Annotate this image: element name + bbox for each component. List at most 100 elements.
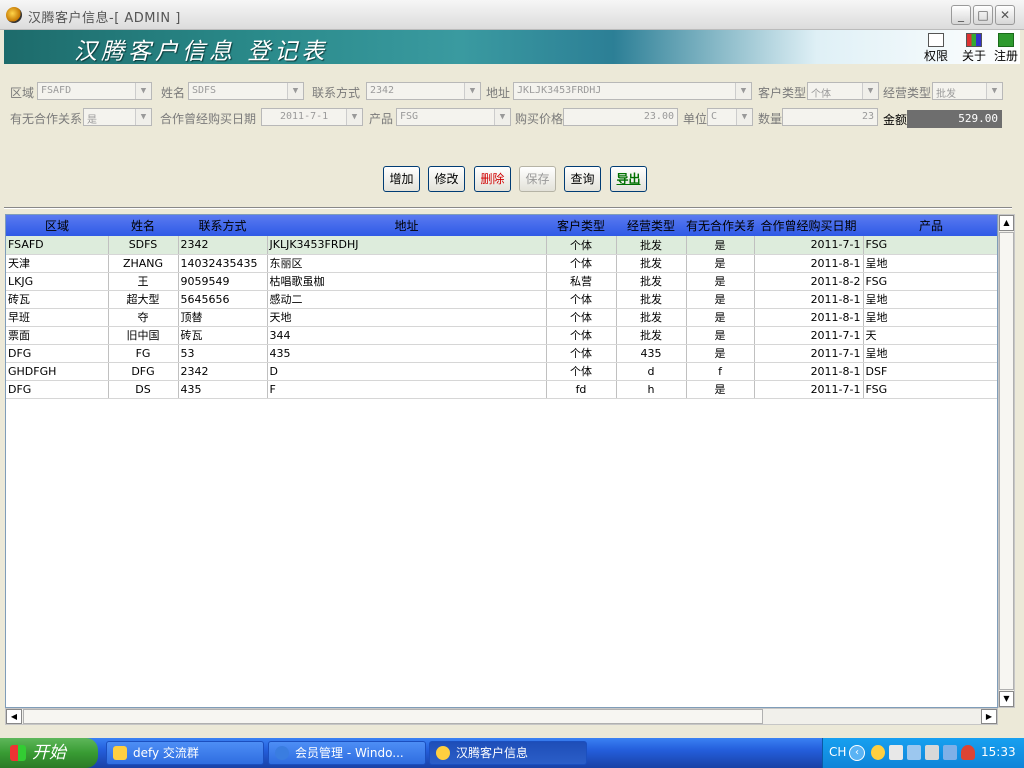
cell-name[interactable]: 夺 — [108, 308, 179, 327]
cell-partner[interactable]: 是 — [686, 236, 755, 255]
customer-table[interactable]: 区域 姓名 联系方式 地址 客户类型 经营类型 有无合作关系 合作曾经购买日期 … — [5, 214, 998, 708]
cell-partner[interactable]: 是 — [686, 344, 755, 363]
cell-contact[interactable]: 2342 — [178, 362, 268, 381]
cell-customer-type[interactable]: 个体 — [546, 344, 617, 363]
cell-product[interactable]: 呈地 — [863, 290, 997, 309]
cell-product[interactable]: 呈地 — [863, 344, 997, 363]
cell-name[interactable]: DS — [108, 380, 179, 399]
maximize-button[interactable]: □ — [973, 5, 993, 25]
cell-address[interactable]: 435 — [267, 344, 547, 363]
cell-purchase-date[interactable]: 2011-7-1 — [754, 380, 864, 399]
cell-partner[interactable]: 是 — [686, 308, 755, 327]
chevron-down-icon[interactable]: ▼ — [736, 109, 752, 125]
vertical-scroll-thumb[interactable] — [999, 232, 1014, 690]
chevron-down-icon[interactable]: ▼ — [735, 83, 751, 99]
header-region[interactable]: 区域 — [6, 215, 108, 236]
cell-region[interactable]: DFG — [6, 380, 109, 399]
cell-product[interactable]: DSF — [863, 362, 997, 381]
chevron-down-icon[interactable]: ▼ — [862, 83, 878, 99]
cell-region[interactable]: 票面 — [6, 326, 109, 345]
cell-partner[interactable]: 是 — [686, 380, 755, 399]
cell-partner[interactable]: 是 — [686, 272, 755, 291]
customer-type-select[interactable]: 个体 ▼ — [807, 82, 879, 100]
query-button[interactable]: 查询 — [564, 166, 601, 192]
cell-region[interactable]: GHDFGH — [6, 362, 109, 381]
header-contact[interactable]: 联系方式 — [178, 215, 267, 236]
cell-name[interactable]: 超大型 — [108, 290, 179, 309]
cell-contact[interactable]: 53 — [178, 344, 268, 363]
cell-business-type[interactable]: 435 — [616, 344, 687, 363]
cell-customer-type[interactable]: 个体 — [546, 326, 617, 345]
region-select[interactable]: FSAFD ▼ — [37, 82, 152, 100]
tray-document-icon[interactable] — [889, 745, 903, 760]
cell-name[interactable]: 王 — [108, 272, 179, 291]
header-name[interactable]: 姓名 — [108, 215, 178, 236]
business-type-select[interactable]: 批发 ▼ — [932, 82, 1003, 100]
chevron-down-icon[interactable]: ▼ — [135, 83, 151, 99]
input-language[interactable]: CH — [829, 745, 846, 759]
cell-business-type[interactable]: 批发 — [616, 308, 687, 327]
cell-customer-type[interactable]: 个体 — [546, 308, 617, 327]
contact-select[interactable]: 2342 ▼ — [366, 82, 481, 100]
cell-contact[interactable]: 435 — [178, 380, 268, 399]
cell-region[interactable]: 早班 — [6, 308, 109, 327]
tray-expand-icon[interactable]: ‹ — [849, 745, 865, 761]
purchase-date-picker[interactable]: 2011-7-1 ▼ — [261, 108, 363, 126]
save-button[interactable]: 保存 — [519, 166, 556, 192]
table-row[interactable]: 砖瓦 超大型 5645656 感动二 个体 批发是 2011-8-1 呈地 — [6, 290, 997, 309]
table-row[interactable]: FSAFD SDFS 2342 JKLJK3453FRDHJ 个体 批发是 2011-7-1… — [6, 236, 997, 255]
cell-address[interactable]: D — [267, 362, 547, 381]
cell-customer-type[interactable]: 个体 — [546, 236, 617, 255]
cell-product[interactable]: FSG — [863, 236, 997, 255]
cell-customer-type[interactable]: 个体 — [546, 254, 617, 273]
header-address[interactable]: 地址 — [267, 215, 546, 236]
scroll-right-icon[interactable]: ▶ — [981, 709, 997, 724]
cell-customer-type[interactable]: fd — [546, 380, 617, 399]
chevron-down-icon[interactable]: ▼ — [287, 83, 303, 99]
cell-region[interactable]: 天津 — [6, 254, 109, 273]
cell-address[interactable]: 天地 — [267, 308, 547, 327]
cell-address[interactable]: 344 — [267, 326, 547, 345]
product-select[interactable]: FSG ▼ — [396, 108, 511, 126]
cell-contact[interactable]: 14032435435 — [178, 254, 268, 273]
cell-customer-type[interactable]: 个体 — [546, 290, 617, 309]
close-button[interactable]: ✕ — [995, 5, 1015, 25]
cell-region[interactable]: FSAFD — [6, 236, 109, 255]
cell-product[interactable]: FSG — [863, 380, 997, 399]
cell-business-type[interactable]: 批发 — [616, 272, 687, 291]
logout-button[interactable]: 注册 — [990, 32, 1022, 63]
name-select[interactable]: SDFS ▼ — [188, 82, 304, 100]
taskbar-item-customer-app[interactable]: 汉腾客户信息 — [429, 741, 587, 765]
price-input[interactable]: 23.00 — [563, 108, 678, 126]
window-title-bar[interactable]: 汉腾客户信息-[ ADMIN ] _ □ ✕ — [0, 0, 1024, 30]
cell-business-type[interactable]: 批发 — [616, 254, 687, 273]
cell-address[interactable]: F — [267, 380, 547, 399]
cell-partner[interactable]: 是 — [686, 290, 755, 309]
cell-customer-type[interactable]: 私营 — [546, 272, 617, 291]
cell-region[interactable]: 砖瓦 — [6, 290, 109, 309]
cell-business-type[interactable]: 批发 — [616, 290, 687, 309]
header-purchase-date[interactable]: 合作曾经购买日期 — [754, 215, 863, 236]
taskbar-item-chat[interactable]: defy 交流群 — [106, 741, 264, 765]
tray-display-icon[interactable] — [943, 745, 957, 760]
export-button[interactable]: 导出 — [610, 166, 647, 192]
edit-button[interactable]: 修改 — [428, 166, 465, 192]
cell-product[interactable]: 天 — [863, 326, 997, 345]
horizontal-scroll-thumb[interactable] — [23, 709, 763, 724]
header-customer-type[interactable]: 客户类型 — [546, 215, 616, 236]
cell-purchase-date[interactable]: 2011-8-1 — [754, 290, 864, 309]
horizontal-scrollbar[interactable]: ◀ ▶ — [5, 708, 998, 725]
cell-product[interactable]: FSG — [863, 272, 997, 291]
cell-purchase-date[interactable]: 2011-8-1 — [754, 308, 864, 327]
cell-contact[interactable]: 5645656 — [178, 290, 268, 309]
unit-select[interactable]: C ▼ — [707, 108, 753, 126]
table-row[interactable]: 票面 旧中国 砖瓦 344 个体 批发是 2011-7-1 天 — [6, 326, 997, 345]
cell-region[interactable]: DFG — [6, 344, 109, 363]
cell-name[interactable]: FG — [108, 344, 179, 363]
cell-partner[interactable]: 是 — [686, 254, 755, 273]
quantity-input[interactable]: 23 — [782, 108, 878, 126]
vertical-scrollbar[interactable]: ▲ ▼ — [998, 214, 1015, 708]
table-row[interactable]: 天津 ZHANG 14032435435 东丽区 个体 批发是 2011-8-1 呈地 — [6, 254, 997, 273]
chevron-down-icon[interactable]: ▼ — [464, 83, 480, 99]
about-button[interactable]: 关于 — [958, 32, 990, 63]
